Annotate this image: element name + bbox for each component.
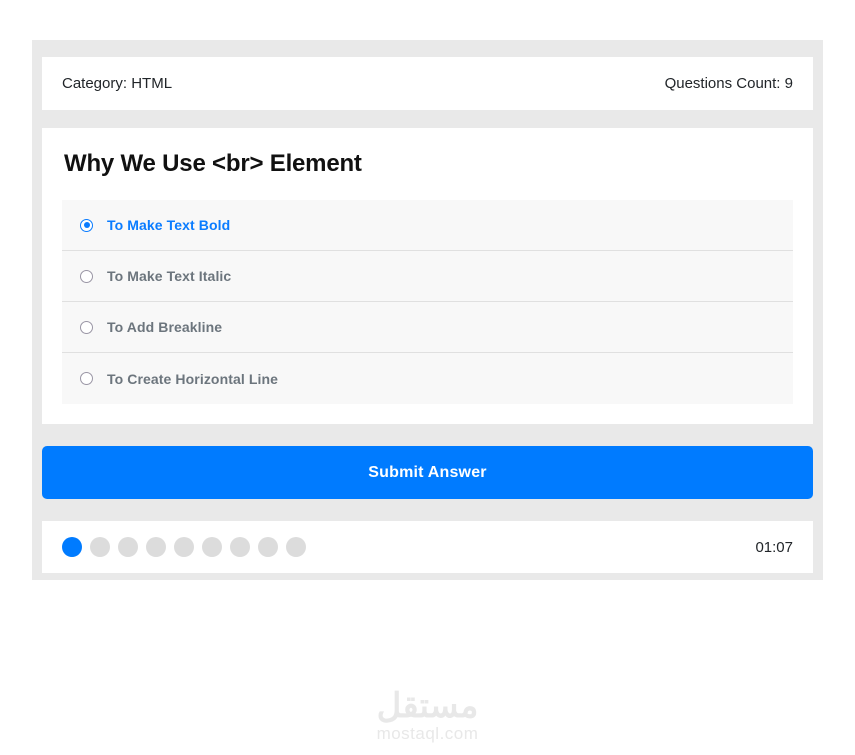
answer-options-list: To Make Text Bold To Make Text Italic To A…: [62, 200, 793, 404]
progress-dot-2[interactable]: [90, 537, 110, 557]
progress-dot-3[interactable]: [118, 537, 138, 557]
category-label: Category: HTML: [62, 75, 173, 92]
answer-option-label: To Create Horizontal Line: [107, 370, 279, 387]
answer-option-2[interactable]: To Make Text Italic: [62, 251, 793, 302]
quiz-header-card: Category: HTML Questions Count: 9: [42, 57, 813, 110]
watermark-domain-text: mostaql.com: [376, 724, 479, 743]
progress-dot-4[interactable]: [146, 537, 166, 557]
progress-dot-6[interactable]: [202, 537, 222, 557]
progress-dot-7[interactable]: [230, 537, 250, 557]
mostaql-watermark: مستقل mostaql.com: [0, 688, 855, 744]
radio-unselected-icon[interactable]: [80, 372, 93, 385]
radio-unselected-icon[interactable]: [80, 320, 93, 334]
question-title: Why We Use <br> Element: [64, 150, 362, 177]
answer-option-3[interactable]: To Add Breakline: [62, 302, 793, 353]
progress-dot-8[interactable]: [258, 537, 278, 557]
answer-option-label: To Make Text Italic: [107, 268, 232, 284]
quiz-container: Category: HTML Questions Count: 9 Why We…: [32, 40, 823, 580]
question-card: Why We Use <br> Element To Make Text Bol…: [42, 128, 813, 424]
question-progress-dots: [62, 537, 306, 557]
radio-unselected-icon[interactable]: [80, 269, 93, 283]
countdown-timer: 01:07: [755, 538, 793, 556]
radio-selected-icon[interactable]: [80, 218, 93, 232]
progress-dot-9[interactable]: [286, 537, 306, 557]
quiz-footer-card: 01:07: [42, 521, 813, 573]
questions-count-label: Questions Count: 9: [664, 75, 793, 92]
answer-option-4[interactable]: To Create Horizontal Line: [62, 353, 793, 404]
submit-answer-button[interactable]: Submit Answer: [42, 446, 813, 499]
progress-dot-5[interactable]: [174, 537, 194, 557]
answer-option-1[interactable]: To Make Text Bold: [62, 200, 793, 251]
progress-dot-1[interactable]: [62, 537, 82, 557]
watermark-arabic-logo: مستقل: [376, 687, 479, 725]
answer-option-label: To Add Breakline: [107, 319, 223, 335]
answer-option-label: To Make Text Bold: [107, 217, 231, 233]
